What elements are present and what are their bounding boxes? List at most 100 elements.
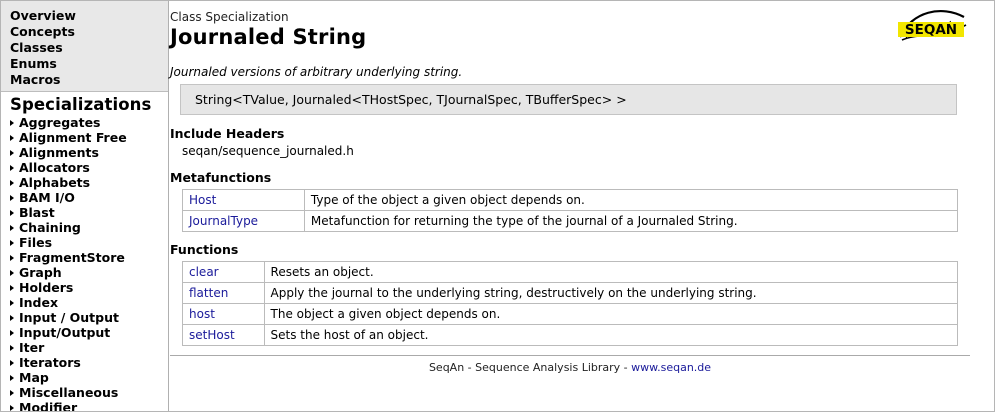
specialization-item[interactable]: Input / Output [10,310,168,325]
specialization-item[interactable]: Allocators [10,160,168,175]
nav-link-macros[interactable]: Macros [10,72,168,88]
entry-name-cell: clear [182,261,265,283]
specialization-label: Graph [19,265,62,280]
expand-triangle-icon[interactable] [10,314,14,321]
specialization-item[interactable]: Graph [10,265,168,280]
footer-link[interactable]: www.seqan.de [631,361,711,374]
specialization-item[interactable]: Miscellaneous [10,385,168,400]
expand-triangle-icon[interactable] [10,389,14,396]
expand-triangle-icon[interactable] [10,374,14,381]
specialization-item[interactable]: Alignments [10,145,168,160]
specialization-label: Alignments [19,145,99,160]
specialization-item[interactable]: Alphabets [10,175,168,190]
specialization-item[interactable]: FragmentStore [10,250,168,265]
entry-name-cell: JournalType [182,210,305,232]
specialization-item[interactable]: Files [10,235,168,250]
include-headers-heading: Include Headers [170,126,285,141]
expand-triangle-icon[interactable] [10,239,14,246]
entry-description: Resets an object. [263,261,959,283]
sidebar: Overview Concepts Classes Enums Macros S… [1,1,169,411]
specialization-label: Miscellaneous [19,385,119,400]
expand-triangle-icon[interactable] [10,119,14,126]
table-row: flatten Apply the journal to the underlyi… [182,282,959,304]
entry-link[interactable]: JournalType [189,214,258,228]
entry-link[interactable]: clear [189,265,219,279]
entry-name-cell: setHost [182,324,265,346]
specialization-item[interactable]: Iter [10,340,168,355]
entry-description: The object a given object depends on. [263,303,959,325]
metafunctions-table: Host Type of the object a given object de… [182,189,959,232]
expand-triangle-icon[interactable] [10,134,14,141]
specialization-label: Allocators [19,160,90,175]
entry-name-cell: Host [182,189,305,211]
class-description: Journaled versions of arbitrary underlyi… [170,65,463,79]
specialization-label: Aggregates [19,115,101,130]
specialization-label: Index [19,295,59,310]
expand-triangle-icon[interactable] [10,299,14,306]
seqan-logo[interactable]: SEQAN [894,7,968,45]
expand-triangle-icon[interactable] [10,284,14,291]
expand-triangle-icon[interactable] [10,404,14,411]
entry-link[interactable]: flatten [189,286,228,300]
expand-triangle-icon[interactable] [10,149,14,156]
entry-description: Metafunction for returning the type of t… [303,210,959,232]
class-kind-label: Class Specialization [170,10,289,24]
logo-text: SEQAN [905,22,957,38]
expand-triangle-icon[interactable] [10,179,14,186]
expand-triangle-icon[interactable] [10,359,14,366]
specialization-label: Blast [19,205,55,220]
expand-triangle-icon[interactable] [10,269,14,276]
entry-link[interactable]: setHost [189,328,235,342]
specialization-label: Chaining [19,220,81,235]
specialization-item[interactable]: Blast [10,205,168,220]
nav-link-enums[interactable]: Enums [10,56,168,72]
specialization-label: Alphabets [19,175,91,190]
specialization-label: Iterators [19,355,81,370]
footer: SeqAn - Sequence Analysis Library - www.… [170,361,970,374]
nav-link-classes[interactable]: Classes [10,40,168,56]
specialization-label: Holders [19,280,74,295]
browser-page: Overview Concepts Classes Enums Macros S… [0,0,995,412]
footer-text: SeqAn - Sequence Analysis Library - [428,361,632,374]
table-row: clear Resets an object. [182,261,959,283]
specialization-item[interactable]: Holders [10,280,168,295]
specialization-item[interactable]: Map [10,370,168,385]
metafunctions-heading: Metafunctions [170,170,272,185]
specialization-item[interactable]: BAM I/O [10,190,168,205]
specialization-item[interactable]: Chaining [10,220,168,235]
specialization-label: Input/Output [19,325,111,340]
specializations-heading: Specializations [10,95,152,114]
specialization-label: Map [19,370,49,385]
specialization-label: Input / Output [19,310,119,325]
expand-triangle-icon[interactable] [10,224,14,231]
footer-divider [170,355,970,356]
specialization-item[interactable]: Iterators [10,355,168,370]
nav-link-concepts[interactable]: Concepts [10,24,168,40]
specialization-label: Files [19,235,53,250]
expand-triangle-icon[interactable] [10,164,14,171]
expand-triangle-icon[interactable] [10,254,14,261]
expand-triangle-icon[interactable] [10,344,14,351]
table-row: JournalType Metafunction for returning th… [182,210,959,232]
specialization-label: Iter [19,340,45,355]
class-signature: String<TValue, Journaled<THostSpec, TJou… [180,84,957,115]
entry-description: Type of the object a given object depend… [303,189,959,211]
expand-triangle-icon[interactable] [10,194,14,201]
specializations-list: Aggregates Alignment Free Alignments Alloca… [1,115,168,411]
include-file-path: seqan/sequence_journaled.h [182,144,354,158]
entry-link[interactable]: host [189,307,215,321]
specialization-label: Alignment Free [19,130,127,145]
specialization-item[interactable]: Aggregates [10,115,168,130]
table-row: host The object a given object depends on… [182,303,959,325]
specialization-item[interactable]: Input/Output [10,325,168,340]
nav-link-overview[interactable]: Overview [10,8,168,24]
specialization-item[interactable]: Index [10,295,168,310]
expand-triangle-icon[interactable] [10,209,14,216]
specialization-label: BAM I/O [19,190,75,205]
specialization-item[interactable]: Alignment Free [10,130,168,145]
specialization-item[interactable]: Modifier [10,400,168,411]
expand-triangle-icon[interactable] [10,329,14,336]
entry-name-cell: host [182,303,265,325]
functions-table: clear Resets an object. flatten Apply the j… [182,261,959,346]
entry-link[interactable]: Host [189,193,216,207]
